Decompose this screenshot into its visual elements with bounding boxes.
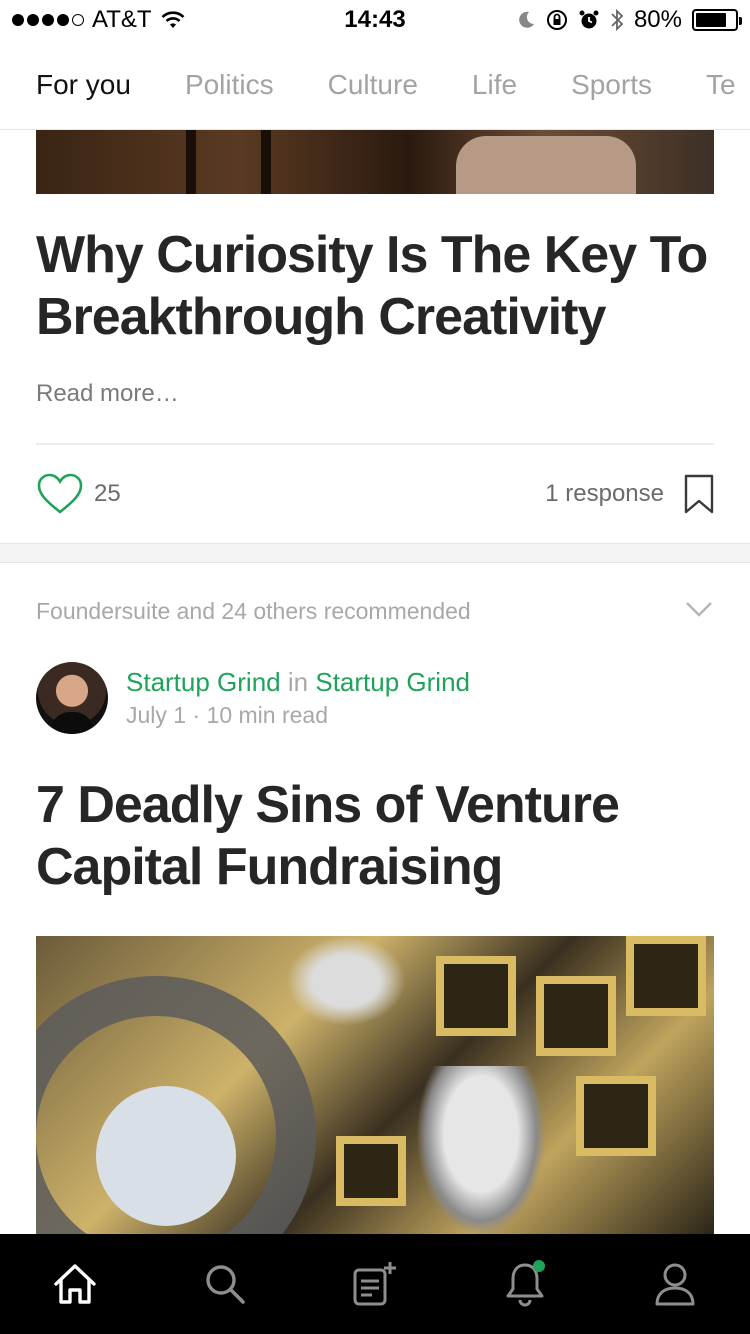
bottom-nav — [0, 1234, 750, 1334]
home-icon — [54, 1264, 96, 1304]
author-link[interactable]: Startup Grind — [126, 667, 281, 697]
avatar[interactable] — [36, 662, 108, 734]
responses-link[interactable]: 1 response — [545, 480, 664, 508]
search-icon — [206, 1265, 245, 1304]
battery-percent: 80% — [633, 6, 682, 33]
wifi-icon — [161, 11, 184, 28]
moon-icon — [519, 11, 534, 28]
nav-search[interactable] — [195, 1254, 255, 1314]
read-time: 10 min read — [206, 702, 329, 728]
alarm-icon — [579, 10, 599, 29]
carrier-label: AT&T — [92, 6, 152, 33]
meta-separator: · — [192, 702, 201, 728]
nav-profile[interactable] — [645, 1254, 705, 1314]
tab-life[interactable]: Life — [472, 69, 517, 101]
section-separator — [0, 543, 750, 563]
bookmark-icon[interactable] — [684, 474, 714, 514]
nav-write[interactable] — [345, 1254, 405, 1314]
notification-dot — [533, 1260, 545, 1272]
battery-icon — [692, 9, 742, 31]
nav-notifications[interactable] — [495, 1254, 555, 1314]
write-icon — [353, 1262, 396, 1306]
topic-tabs: For you Politics Culture Life Sports Te — [0, 40, 750, 130]
post-meta: July 1 · 10 min read — [126, 702, 470, 729]
read-more-link[interactable]: Read more… — [36, 380, 179, 408]
tab-te[interactable]: Te — [706, 69, 736, 101]
divider — [36, 443, 714, 445]
like-count: 25 — [94, 480, 121, 507]
status-left: AT&T — [12, 6, 516, 34]
post-image[interactable] — [36, 936, 714, 1234]
post-image-top[interactable] — [36, 130, 714, 194]
profile-icon — [655, 1263, 695, 1306]
rotation-lock-icon — [546, 10, 567, 30]
post-date: July 1 — [126, 702, 187, 728]
post-title[interactable]: 7 Deadly Sins of Venture Capital Fundrai… — [36, 774, 716, 898]
recommended-by-text: Foundersuite and 24 others recommended — [36, 598, 471, 624]
bluetooth-icon — [611, 8, 624, 32]
feed[interactable]: Why Curiosity Is The Key To Breakthrough… — [0, 130, 750, 1234]
tab-sports[interactable]: Sports — [571, 69, 652, 101]
author-row: Startup Grind in Startup Grind July 1 · … — [36, 662, 470, 734]
status-bar: AT&T 14:43 80% — [0, 0, 750, 40]
nav-home[interactable] — [45, 1254, 105, 1314]
chevron-down-icon[interactable] — [685, 600, 713, 618]
status-right: 80% — [516, 6, 742, 34]
heart-icon[interactable] — [36, 472, 84, 516]
tab-culture[interactable]: Culture — [328, 69, 418, 101]
author-connector: in — [287, 667, 309, 697]
post-actions: 25 1 response — [36, 470, 714, 518]
battery-fill — [696, 13, 727, 27]
tab-for-you[interactable]: For you — [36, 69, 131, 101]
post-title[interactable]: Why Curiosity Is The Key To Breakthrough… — [36, 224, 716, 348]
publication-link[interactable]: Startup Grind — [315, 667, 470, 697]
signal-strength-icon — [12, 14, 84, 26]
author-meta: Startup Grind in Startup Grind July 1 · … — [126, 667, 470, 729]
tab-politics[interactable]: Politics — [185, 69, 274, 101]
author-line: Startup Grind in Startup Grind — [126, 667, 470, 698]
